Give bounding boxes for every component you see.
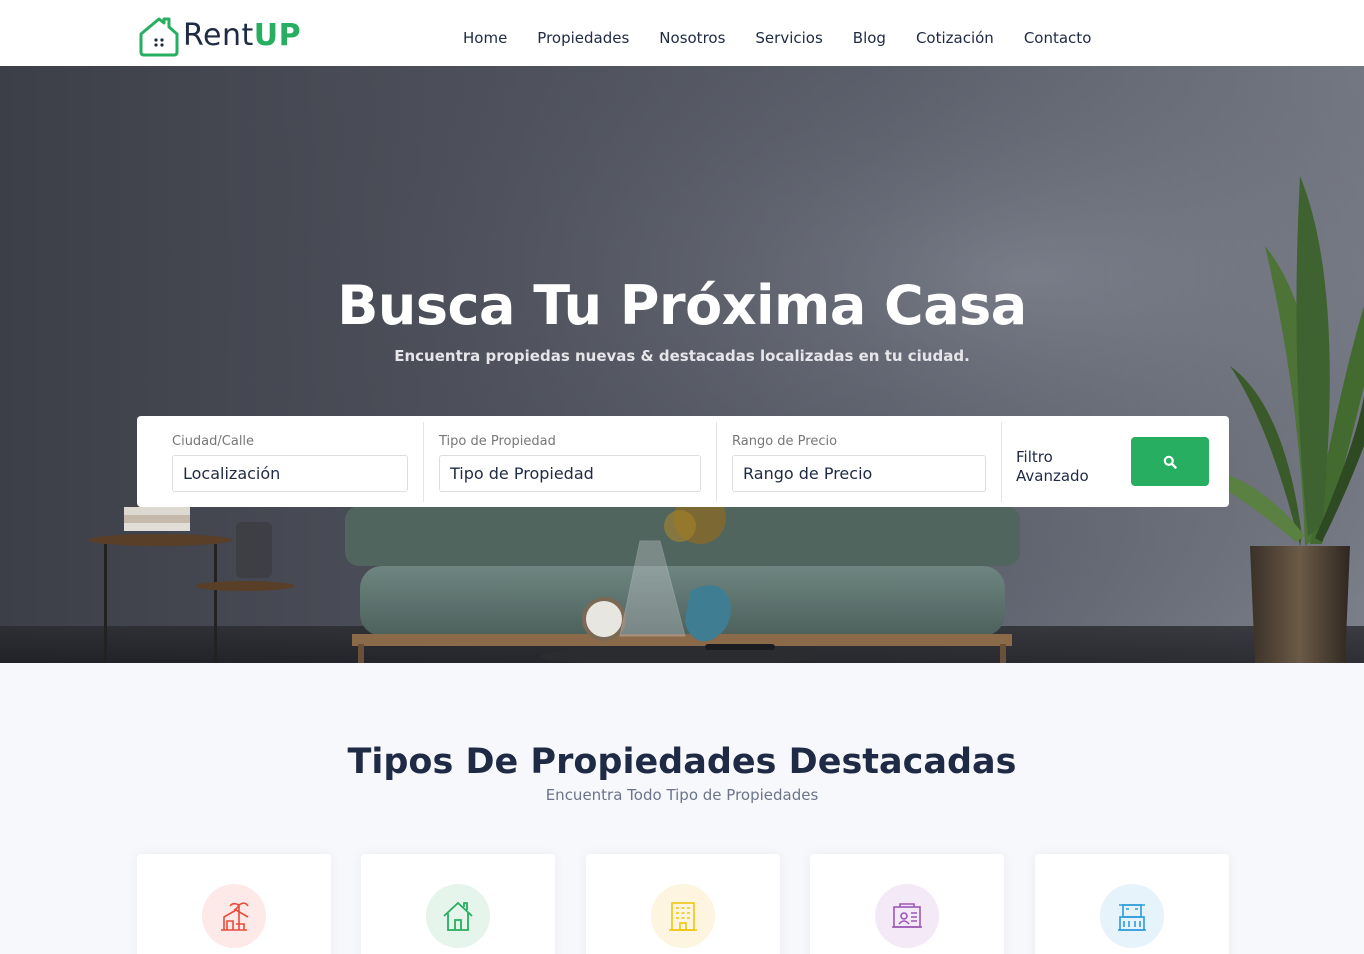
property-type-card[interactable] [137,854,331,954]
hero-title: Busca Tu Próxima Casa [337,274,1027,337]
nav-propiedades[interactable]: Propiedades [522,28,644,48]
search-form: Ciudad/Calle Localización Tipo de Propie… [137,416,1229,507]
logo-text: RentUP [183,21,301,51]
advanced-filter-line2: Avanzado [1016,467,1089,485]
price-select[interactable]: Rango de Precio [732,455,986,492]
property-type-card[interactable] [1035,854,1229,954]
property-type-card[interactable] [361,854,555,954]
house-icon [426,884,490,948]
beach-house-icon [202,884,266,948]
nav-cotizacion[interactable]: Cotización [901,28,1009,48]
price-field-group: Rango de Precio Rango de Precio [717,416,1001,507]
search-icon [1163,455,1177,469]
type-label: Tipo de Propiedad [439,434,556,449]
type-field-group: Tipo de Propiedad Tipo de Propiedad [424,416,716,507]
property-type-card[interactable] [586,854,780,954]
city-input[interactable]: Localización [172,455,408,492]
city-label: Ciudad/Calle [172,434,255,449]
search-button[interactable] [1131,437,1209,486]
section-subtitle: Encuentra Todo Tipo de Propiedades [545,786,819,804]
hero-subtitle: Encuentra propiedas nuevas & destacadas … [394,347,970,365]
logo[interactable]: RentUP [137,14,301,58]
nav-contacto[interactable]: Contacto [1009,28,1107,48]
site-header: RentUP Home Propiedades Nosotros Servici… [0,0,1364,66]
nav-servicios[interactable]: Servicios [740,28,837,48]
divider [1001,422,1002,502]
section-title: Tipos De Propiedades Destacadas [347,742,1017,782]
apartment-building-icon [651,884,715,948]
type-select[interactable]: Tipo de Propiedad [439,455,701,492]
villa-icon [1100,884,1164,948]
logo-up: UP [253,18,302,53]
logo-rent: Rent [183,18,254,53]
advanced-filter-line1: Filtro [1016,448,1053,466]
property-type-card[interactable] [810,854,1004,954]
main-nav: Home Propiedades Nosotros Servicios Blog… [448,28,1106,48]
price-label: Rango de Precio [732,434,838,449]
hero-section: Busca Tu Próxima Casa Encuentra propieda… [0,66,1364,663]
advanced-filter-link[interactable]: Filtro Avanzado [1016,448,1089,486]
office-icon [875,884,939,948]
city-field-group: Ciudad/Calle Localización [137,416,423,507]
nav-home[interactable]: Home [448,28,522,48]
nav-nosotros[interactable]: Nosotros [644,28,740,48]
house-logo-icon [139,17,179,57]
nav-blog[interactable]: Blog [838,28,901,48]
